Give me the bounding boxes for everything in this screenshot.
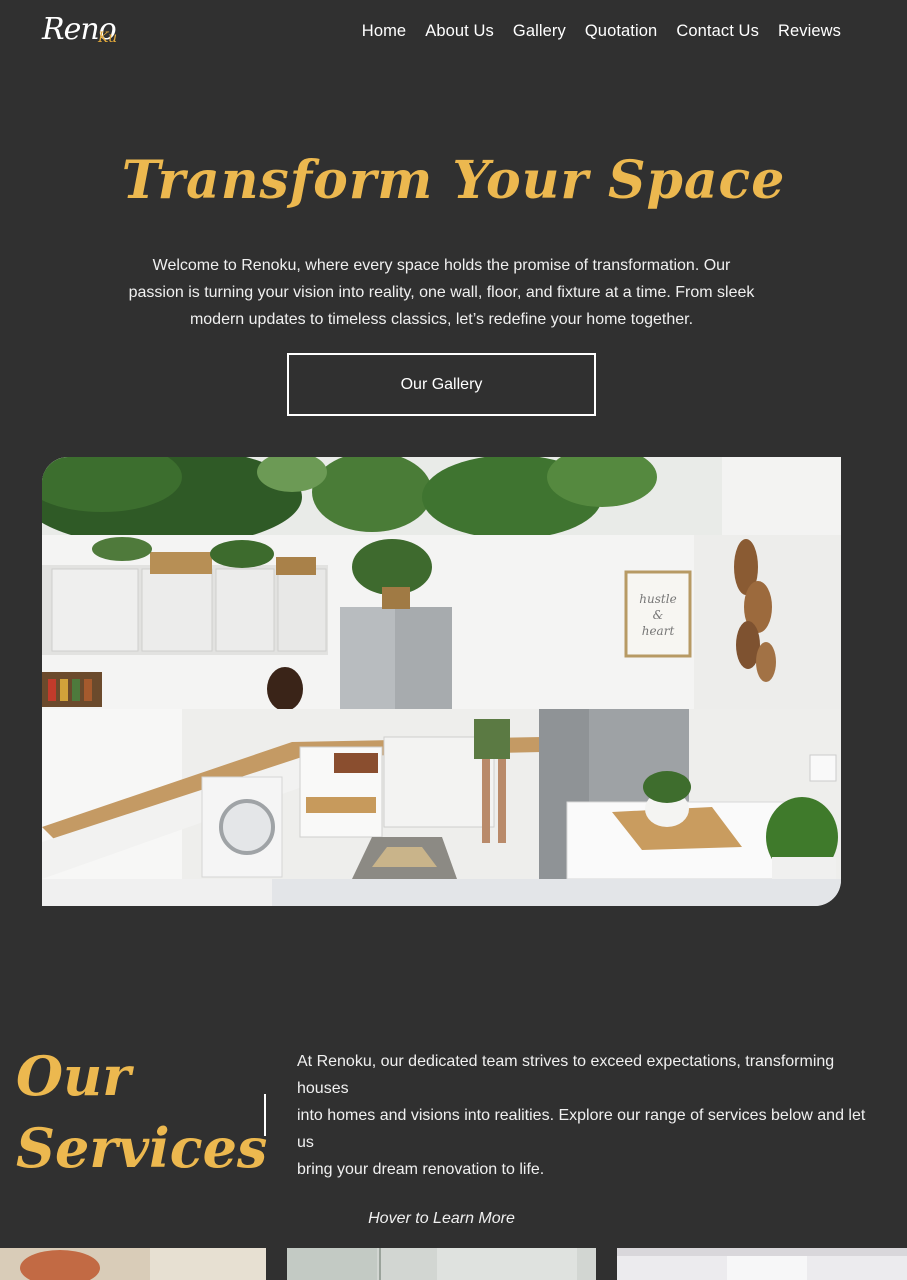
services-line-2: into homes and visions into realities. E… <box>297 1107 866 1151</box>
nav-home[interactable]: Home <box>362 22 406 41</box>
services-line-1: At Renoku, our dedicated team strives to… <box>297 1053 835 1097</box>
logo-accent-text: Ku <box>98 30 118 46</box>
sign-text-1: hustle <box>639 592 676 606</box>
hero-description: Welcome to Renoku, where every space hol… <box>128 257 755 328</box>
hover-hint: Hover to Learn More <box>368 1210 515 1227</box>
services-title: Our Services <box>16 1040 267 1184</box>
service-card-3-image <box>617 1248 907 1280</box>
main-nav: Home About Us Gallery Quotation Contact … <box>343 22 841 41</box>
nav-contact-us[interactable]: Contact Us <box>676 22 759 41</box>
service-card-2[interactable] <box>287 1248 596 1280</box>
hero-kitchen-image: hustle & heart <box>42 457 841 906</box>
services-line-3: bring your dream renovation to life. <box>297 1161 545 1178</box>
service-card-3[interactable] <box>617 1248 907 1280</box>
service-card-2-image <box>287 1248 596 1280</box>
our-gallery-button[interactable]: Our Gallery <box>287 353 596 416</box>
nav-reviews[interactable]: Reviews <box>778 22 841 41</box>
services-divider <box>264 1094 266 1136</box>
nav-gallery[interactable]: Gallery <box>513 22 566 41</box>
sign-text-3: heart <box>642 624 675 638</box>
sign-text-2: & <box>653 608 664 622</box>
service-card-1[interactable] <box>0 1248 266 1280</box>
nav-quotation[interactable]: Quotation <box>585 22 657 41</box>
services-description: At Renoku, our dedicated team strives to… <box>297 1048 877 1183</box>
logo[interactable]: Reno Ku <box>42 8 132 62</box>
nav-about-us[interactable]: About Us <box>425 22 494 41</box>
hero-title: Transform Your Space <box>121 150 786 211</box>
service-card-1-image <box>0 1248 266 1280</box>
services-title-line1: Our <box>16 1044 131 1108</box>
services-title-line2: Services <box>16 1116 268 1180</box>
